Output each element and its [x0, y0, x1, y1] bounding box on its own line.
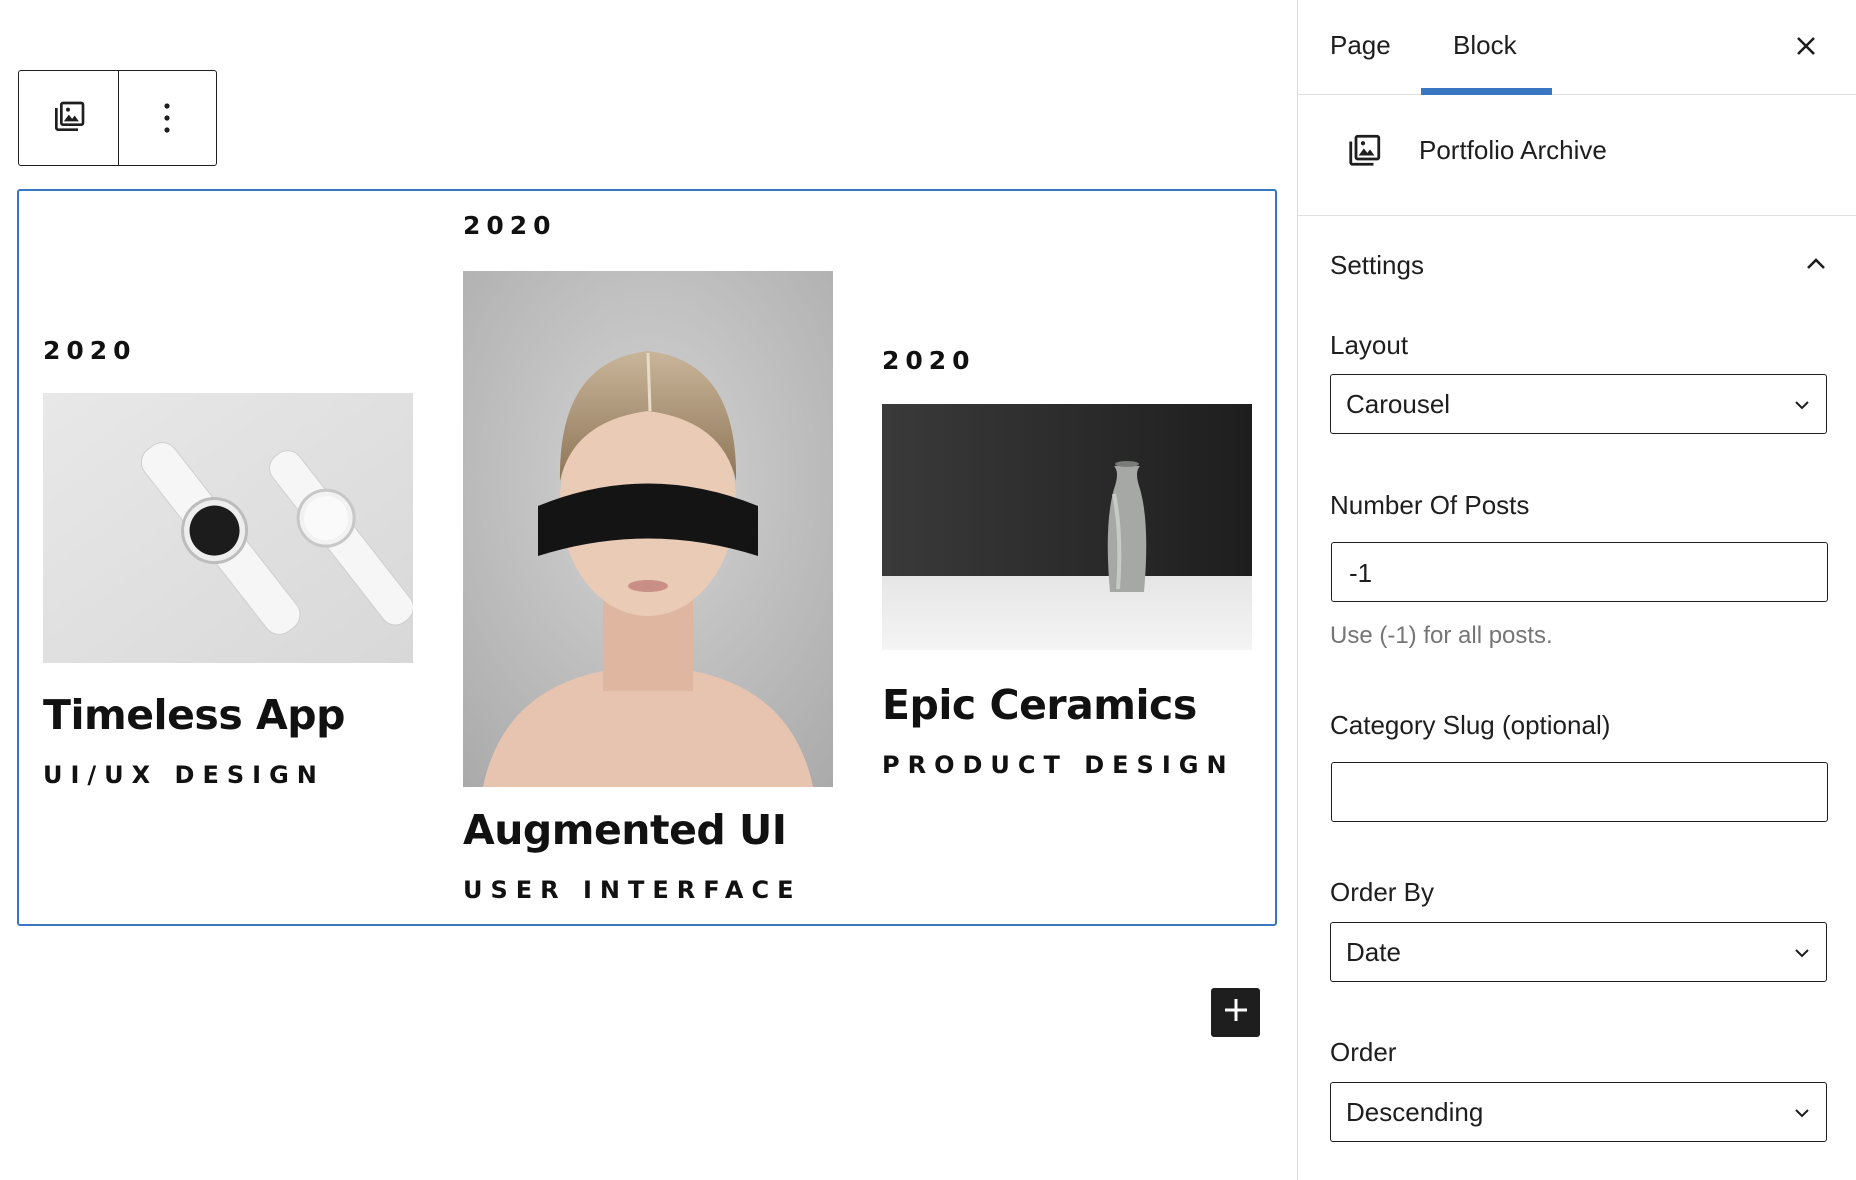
- card-year: 2020: [882, 346, 976, 375]
- order-label: Order: [1330, 1037, 1397, 1067]
- portfolio-card[interactable]: 2020: [463, 191, 833, 921]
- card-year: 2020: [43, 336, 137, 365]
- plus-icon: [1222, 996, 1250, 1029]
- card-category: PRODUCT DESIGN: [882, 751, 1235, 779]
- close-sidebar-button[interactable]: [1788, 30, 1824, 66]
- add-block-button[interactable]: [1211, 988, 1260, 1037]
- block-toolbar: [18, 70, 217, 166]
- block-card-title: Portfolio Archive: [1419, 135, 1607, 165]
- order-by-select[interactable]: Date: [1330, 922, 1827, 982]
- portfolio-card[interactable]: 2020: [882, 191, 1252, 921]
- order-by-label: Order By: [1330, 877, 1435, 907]
- number-of-posts-label: Number Of Posts: [1330, 490, 1530, 520]
- card-image[interactable]: [882, 404, 1252, 650]
- chevron-down-icon: [1792, 395, 1812, 420]
- order-by-select-value: Date: [1346, 937, 1401, 967]
- card-title[interactable]: Timeless App: [43, 691, 345, 739]
- number-of-posts-input[interactable]: -1: [1331, 542, 1828, 602]
- order-select[interactable]: Descending: [1330, 1082, 1827, 1142]
- card-category: USER INTERFACE: [463, 876, 802, 904]
- tab-page[interactable]: Page: [1330, 30, 1391, 61]
- card-title[interactable]: Epic Ceramics: [882, 681, 1197, 729]
- panel-title: Settings: [1330, 250, 1424, 280]
- block-options-button[interactable]: [117, 71, 217, 165]
- number-of-posts-help: Use (-1) for all posts.: [1330, 622, 1553, 649]
- order-select-value: Descending: [1346, 1097, 1484, 1127]
- gallery-icon: [48, 98, 88, 138]
- tab-block[interactable]: Block: [1453, 30, 1517, 61]
- block-card: Portfolio Archive: [1298, 95, 1856, 216]
- card-category: UI/UX DESIGN: [43, 761, 325, 789]
- settings-sidebar: Page Block Portfolio Archive Settings La…: [1297, 0, 1856, 1180]
- portfolio-archive-block[interactable]: 2020 Timeless App UI/UX DESIGN 2020 Augm…: [17, 189, 1277, 926]
- layout-select[interactable]: Carousel: [1330, 374, 1827, 434]
- editor-canvas: 2020 Timeless App UI/UX DESIGN 2020 Augm…: [0, 0, 1297, 1180]
- settings-panel-toggle[interactable]: Settings: [1330, 246, 1830, 286]
- block-type-button[interactable]: [19, 71, 118, 165]
- sidebar-tabs: Page Block: [1298, 0, 1856, 95]
- more-vertical-icon: [161, 98, 173, 138]
- card-image[interactable]: [43, 393, 413, 663]
- card-title[interactable]: Augmented UI: [463, 806, 787, 854]
- active-tab-indicator: [1421, 88, 1552, 95]
- layout-label: Layout: [1330, 330, 1409, 360]
- card-image[interactable]: [463, 271, 833, 787]
- chevron-up-icon: [1802, 250, 1830, 283]
- category-slug-label: Category Slug (optional): [1330, 710, 1611, 740]
- card-year: 2020: [463, 211, 557, 240]
- close-icon: [1795, 35, 1817, 62]
- gallery-icon: [1342, 131, 1384, 178]
- chevron-down-icon: [1792, 943, 1812, 968]
- portfolio-card[interactable]: 2020: [43, 191, 413, 921]
- chevron-down-icon: [1792, 1103, 1812, 1128]
- number-of-posts-value: -1: [1349, 558, 1373, 588]
- layout-select-value: Carousel: [1346, 389, 1451, 419]
- category-slug-input[interactable]: [1331, 762, 1828, 822]
